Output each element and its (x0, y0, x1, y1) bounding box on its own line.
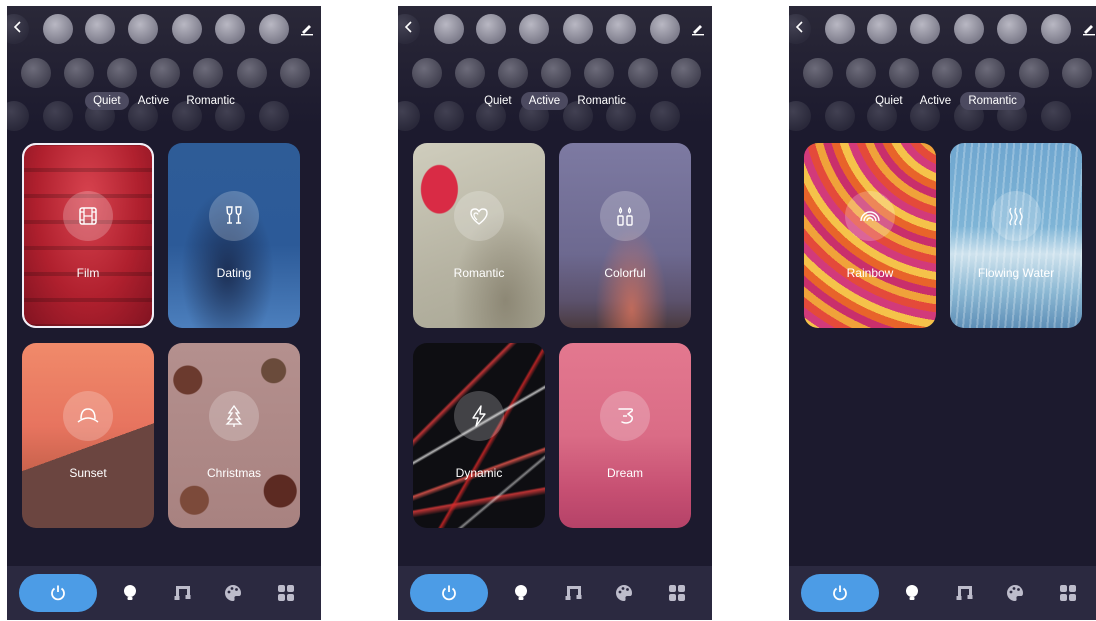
scenes-icon[interactable] (275, 582, 297, 604)
scene-card-romantic[interactable]: Romantic (413, 143, 545, 328)
edit-icon[interactable] (299, 20, 315, 36)
bulb-icon[interactable] (119, 582, 141, 604)
power-button[interactable] (410, 574, 488, 612)
power-icon (442, 585, 456, 601)
lightning-icon (454, 391, 504, 441)
candles-icon (600, 191, 650, 241)
wine-glasses-icon (209, 191, 259, 241)
christmas-tree-icon (209, 391, 259, 441)
bottom-navbar (398, 566, 712, 620)
waves-icon (991, 191, 1041, 241)
music-icon[interactable] (563, 582, 585, 604)
hearts-icon (454, 191, 504, 241)
card-label: Film (76, 266, 100, 280)
card-label: Dating (216, 266, 252, 280)
scene-card-dating[interactable]: Dating (168, 143, 300, 328)
card-label: Christmas (206, 466, 261, 480)
scene-card-sunset[interactable]: Sunset (22, 343, 154, 528)
category-tabs: Quiet Active Romantic (398, 92, 712, 110)
power-button[interactable] (801, 574, 879, 612)
card-label: Colorful (604, 266, 646, 280)
card-label: Romantic (453, 266, 505, 280)
tab-active[interactable]: Active (520, 92, 569, 110)
scene-card-flowing-water[interactable]: Flowing Water (950, 143, 1082, 328)
tab-romantic[interactable]: Romantic (178, 92, 243, 110)
card-label: Dynamic (455, 466, 503, 480)
tab-quiet[interactable]: Quiet (476, 92, 520, 110)
scene-card-colorful[interactable]: Colorful (559, 143, 691, 328)
palette-icon[interactable] (222, 582, 244, 604)
power-button[interactable] (19, 574, 97, 612)
bottom-navbar (789, 566, 1096, 620)
tab-romantic[interactable]: Romantic (569, 92, 634, 110)
back-icon[interactable] (793, 20, 807, 34)
film-icon (63, 191, 113, 241)
tab-active[interactable]: Active (130, 92, 177, 110)
back-icon[interactable] (11, 20, 25, 34)
scene-card-dream[interactable]: Dream (559, 343, 691, 528)
palette-icon[interactable] (613, 582, 635, 604)
card-label: Rainbow (846, 266, 894, 280)
category-tabs: Quiet Active Romantic (7, 92, 321, 110)
scene-card-film[interactable]: Film (22, 143, 154, 328)
tab-romantic[interactable]: Romantic (960, 92, 1025, 110)
sunset-icon (63, 391, 113, 441)
scenes-icon[interactable] (666, 582, 688, 604)
scenes-icon[interactable] (1057, 582, 1079, 604)
screen-quiet: Quiet Active Romantic Film Dating Sunset… (7, 6, 321, 620)
music-icon[interactable] (172, 582, 194, 604)
rainbow-icon (845, 191, 895, 241)
music-icon[interactable] (954, 582, 976, 604)
edit-icon[interactable] (690, 20, 706, 36)
power-icon (51, 585, 65, 601)
tab-active[interactable]: Active (912, 92, 959, 110)
bulb-icon[interactable] (901, 582, 923, 604)
category-tabs: Quiet Active Romantic (789, 92, 1096, 110)
scene-card-rainbow[interactable]: Rainbow (804, 143, 936, 328)
scene-card-christmas[interactable]: Christmas (168, 343, 300, 528)
tab-quiet[interactable]: Quiet (867, 92, 911, 110)
back-icon[interactable] (402, 20, 416, 34)
screen-romantic: Quiet Active Romantic Rainbow Flowing Wa… (789, 6, 1096, 620)
bottom-navbar (7, 566, 321, 620)
card-label: Dream (606, 466, 643, 480)
screen-active: Quiet Active Romantic Romantic Colorful … (398, 6, 712, 620)
scene-card-dynamic[interactable]: Dynamic (413, 343, 545, 528)
palette-icon[interactable] (1004, 582, 1026, 604)
bulb-icon[interactable] (510, 582, 532, 604)
card-label: Flowing Water (977, 266, 1055, 280)
dream-icon (600, 391, 650, 441)
card-label: Sunset (69, 466, 107, 480)
tab-quiet[interactable]: Quiet (85, 92, 129, 110)
power-icon (833, 585, 847, 601)
edit-icon[interactable] (1081, 20, 1096, 36)
